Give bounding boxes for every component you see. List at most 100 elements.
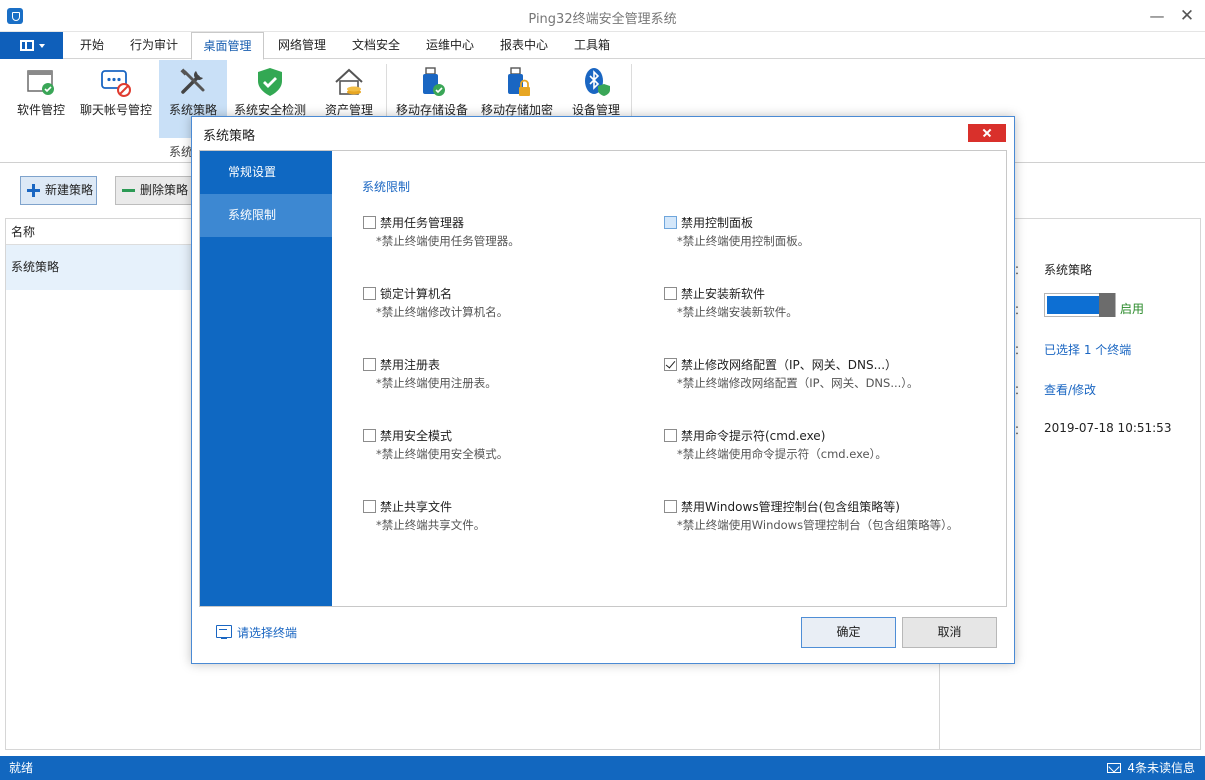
checkbox[interactable]	[363, 216, 376, 229]
enable-toggle[interactable]	[1044, 293, 1116, 317]
mail-icon[interactable]	[1107, 763, 1121, 773]
option-block-file-sharing[interactable]: 禁止共享文件 *禁止终端共享文件。	[363, 498, 693, 534]
ok-button[interactable]: 确定	[801, 617, 896, 648]
option-description: *禁止终端安装新软件。	[677, 305, 798, 319]
window-title: Ping32终端安全管理系统	[528, 12, 677, 27]
option-title: 禁用注册表	[380, 358, 441, 372]
option-lock-computer-name[interactable]: 锁定计算机名 *禁止终端修改计算机名。	[363, 285, 693, 321]
detail-time-value: 2019-07-18 10:51:53	[1044, 421, 1172, 435]
toggle-knob[interactable]	[1099, 293, 1115, 317]
nav-general-settings[interactable]: 常规设置	[200, 151, 332, 194]
option-title: 禁止修改网络配置（IP、网关、DNS...）	[681, 358, 898, 372]
ribbon-group-label: 系统	[169, 145, 194, 159]
section-title: 系统限制	[362, 180, 411, 194]
toggle-fill	[1047, 296, 1099, 314]
nav-system-restrictions[interactable]: 系统限制	[200, 194, 332, 237]
minus-icon	[122, 189, 135, 192]
option-title: 锁定计算机名	[380, 287, 453, 301]
select-terminal-link[interactable]: 请选择终端	[237, 624, 297, 641]
option-title: 禁止共享文件	[380, 500, 453, 514]
option-description: *禁止终端使用Windows管理控制台（包含组策略等）。	[677, 518, 959, 532]
usb-check-icon	[423, 67, 445, 96]
option-description: *禁止终端使用注册表。	[376, 376, 497, 390]
option-disable-mmc[interactable]: 禁用Windows管理控制台(包含组策略等) *禁止终端使用Windows管理控…	[664, 498, 994, 534]
option-description: *禁止终端使用安全模式。	[376, 447, 509, 461]
software-window-icon	[27, 70, 54, 95]
plus-icon	[27, 184, 40, 197]
option-disable-registry[interactable]: 禁用注册表 *禁止终端使用注册表。	[363, 356, 693, 392]
option-disable-cmd[interactable]: 禁用命令提示符(cmd.exe) *禁止终端使用命令提示符（cmd.exe）。	[664, 427, 994, 463]
tools-icon	[180, 68, 205, 94]
dialog-title: 系统策略	[203, 129, 256, 144]
checkbox[interactable]	[363, 429, 376, 442]
check-icon	[665, 358, 676, 369]
ribbon-label: 软件管控	[16, 103, 65, 117]
shield-check-icon	[258, 68, 282, 96]
chat-bubble-icon	[101, 70, 131, 97]
table-row[interactable]: 系统策略	[6, 245, 196, 290]
checkbox[interactable]	[363, 358, 376, 371]
option-description: *禁止终端使用命令提示符（cmd.exe）。	[677, 447, 887, 461]
detail-colon: ：	[1014, 423, 1027, 437]
detail-colon: ：	[1014, 383, 1027, 397]
checkbox[interactable]	[363, 287, 376, 300]
ribbon-chat-account-control[interactable]: 聊天帐号管控	[76, 60, 156, 138]
monitor-icon	[216, 625, 232, 639]
app-menu-button[interactable]	[0, 32, 63, 59]
delete-policy-label: 删除策略	[140, 183, 189, 197]
checkbox[interactable]	[664, 500, 677, 513]
tab-toolbox[interactable]: 工具箱	[561, 32, 623, 59]
status-text: 就绪	[9, 761, 34, 775]
unread-messages[interactable]: 4条未读信息	[1127, 756, 1195, 780]
title-bar: Ping32终端安全管理系统 — ✕	[0, 0, 1205, 32]
checkbox[interactable]	[664, 287, 677, 300]
tab-start[interactable]: 开始	[66, 32, 118, 59]
option-description: *禁止终端修改计算机名。	[376, 305, 509, 319]
delete-policy-button[interactable]: 删除策略	[115, 176, 195, 205]
option-title: 禁用安全模式	[380, 429, 453, 443]
cancel-button[interactable]: 取消	[902, 617, 997, 648]
dialog-close-icon[interactable]	[968, 124, 1006, 142]
option-title: 禁用命令提示符(cmd.exe)	[681, 429, 826, 443]
option-description: *禁止终端使用任务管理器。	[376, 234, 520, 248]
chevron-down-icon	[39, 44, 45, 48]
tab-desktop-management[interactable]: 桌面管理	[191, 32, 264, 60]
option-title: 禁用Windows管理控制台(包含组策略等)	[681, 500, 900, 514]
usb-lock-icon	[508, 67, 530, 96]
option-description: *禁止终端修改网络配置（IP、网关、DNS...）。	[677, 376, 919, 390]
minimize-icon[interactable]: —	[1143, 4, 1171, 28]
option-title: 禁止安装新软件	[681, 287, 766, 301]
ribbon-software-control[interactable]: 软件管控	[9, 60, 73, 138]
dialog-nav: 常规设置 系统限制	[200, 151, 332, 606]
checkbox-checked[interactable]	[664, 358, 677, 371]
option-disable-control-panel[interactable]: 禁用控制面板 *禁止终端使用控制面板。	[664, 214, 994, 250]
option-disable-safe-mode[interactable]: 禁用安全模式 *禁止终端使用安全模式。	[363, 427, 693, 463]
checkbox[interactable]	[664, 429, 677, 442]
tab-document-security[interactable]: 文档安全	[339, 32, 413, 59]
tab-ops-center[interactable]: 运维中心	[413, 32, 487, 59]
close-icon[interactable]: ✕	[1173, 4, 1201, 28]
house-coins-icon	[335, 68, 363, 95]
checkbox[interactable]	[664, 216, 677, 229]
status-bar: 就绪 4条未读信息	[0, 756, 1205, 780]
panel-icon	[20, 40, 34, 51]
option-description: *禁止终端共享文件。	[376, 518, 486, 532]
system-policy-dialog: 系统策略 常规设置 系统限制 系统限制 禁用任务管理器 *禁止终端使用任务管理器…	[191, 116, 1015, 664]
option-block-software-install[interactable]: 禁止安装新软件 *禁止终端安装新软件。	[664, 285, 994, 321]
selected-terminals-link[interactable]: 已选择 1 个终端	[1044, 341, 1131, 358]
view-modify-link[interactable]: 查看/修改	[1044, 381, 1096, 398]
option-disable-task-manager[interactable]: 禁用任务管理器 *禁止终端使用任务管理器。	[363, 214, 693, 250]
dialog-body: 常规设置 系统限制 系统限制 禁用任务管理器 *禁止终端使用任务管理器。 禁用控…	[199, 150, 1007, 607]
detail-colon: ：	[1014, 263, 1027, 277]
option-block-network-config[interactable]: 禁止修改网络配置（IP、网关、DNS...） *禁止终端修改网络配置（IP、网关…	[664, 356, 994, 392]
detail-colon: ：	[1014, 303, 1027, 317]
add-policy-label: 新建策略	[45, 183, 94, 197]
add-policy-button[interactable]: 新建策略	[20, 176, 97, 205]
tab-network-management[interactable]: 网络管理	[265, 32, 339, 59]
bluetooth-shield-icon	[585, 68, 610, 96]
tab-behavior-audit[interactable]: 行为审计	[118, 32, 190, 59]
checkbox[interactable]	[363, 500, 376, 513]
status-label: 启用	[1120, 302, 1145, 316]
tab-report-center[interactable]: 报表中心	[487, 32, 561, 59]
option-title: 禁用任务管理器	[380, 216, 465, 230]
